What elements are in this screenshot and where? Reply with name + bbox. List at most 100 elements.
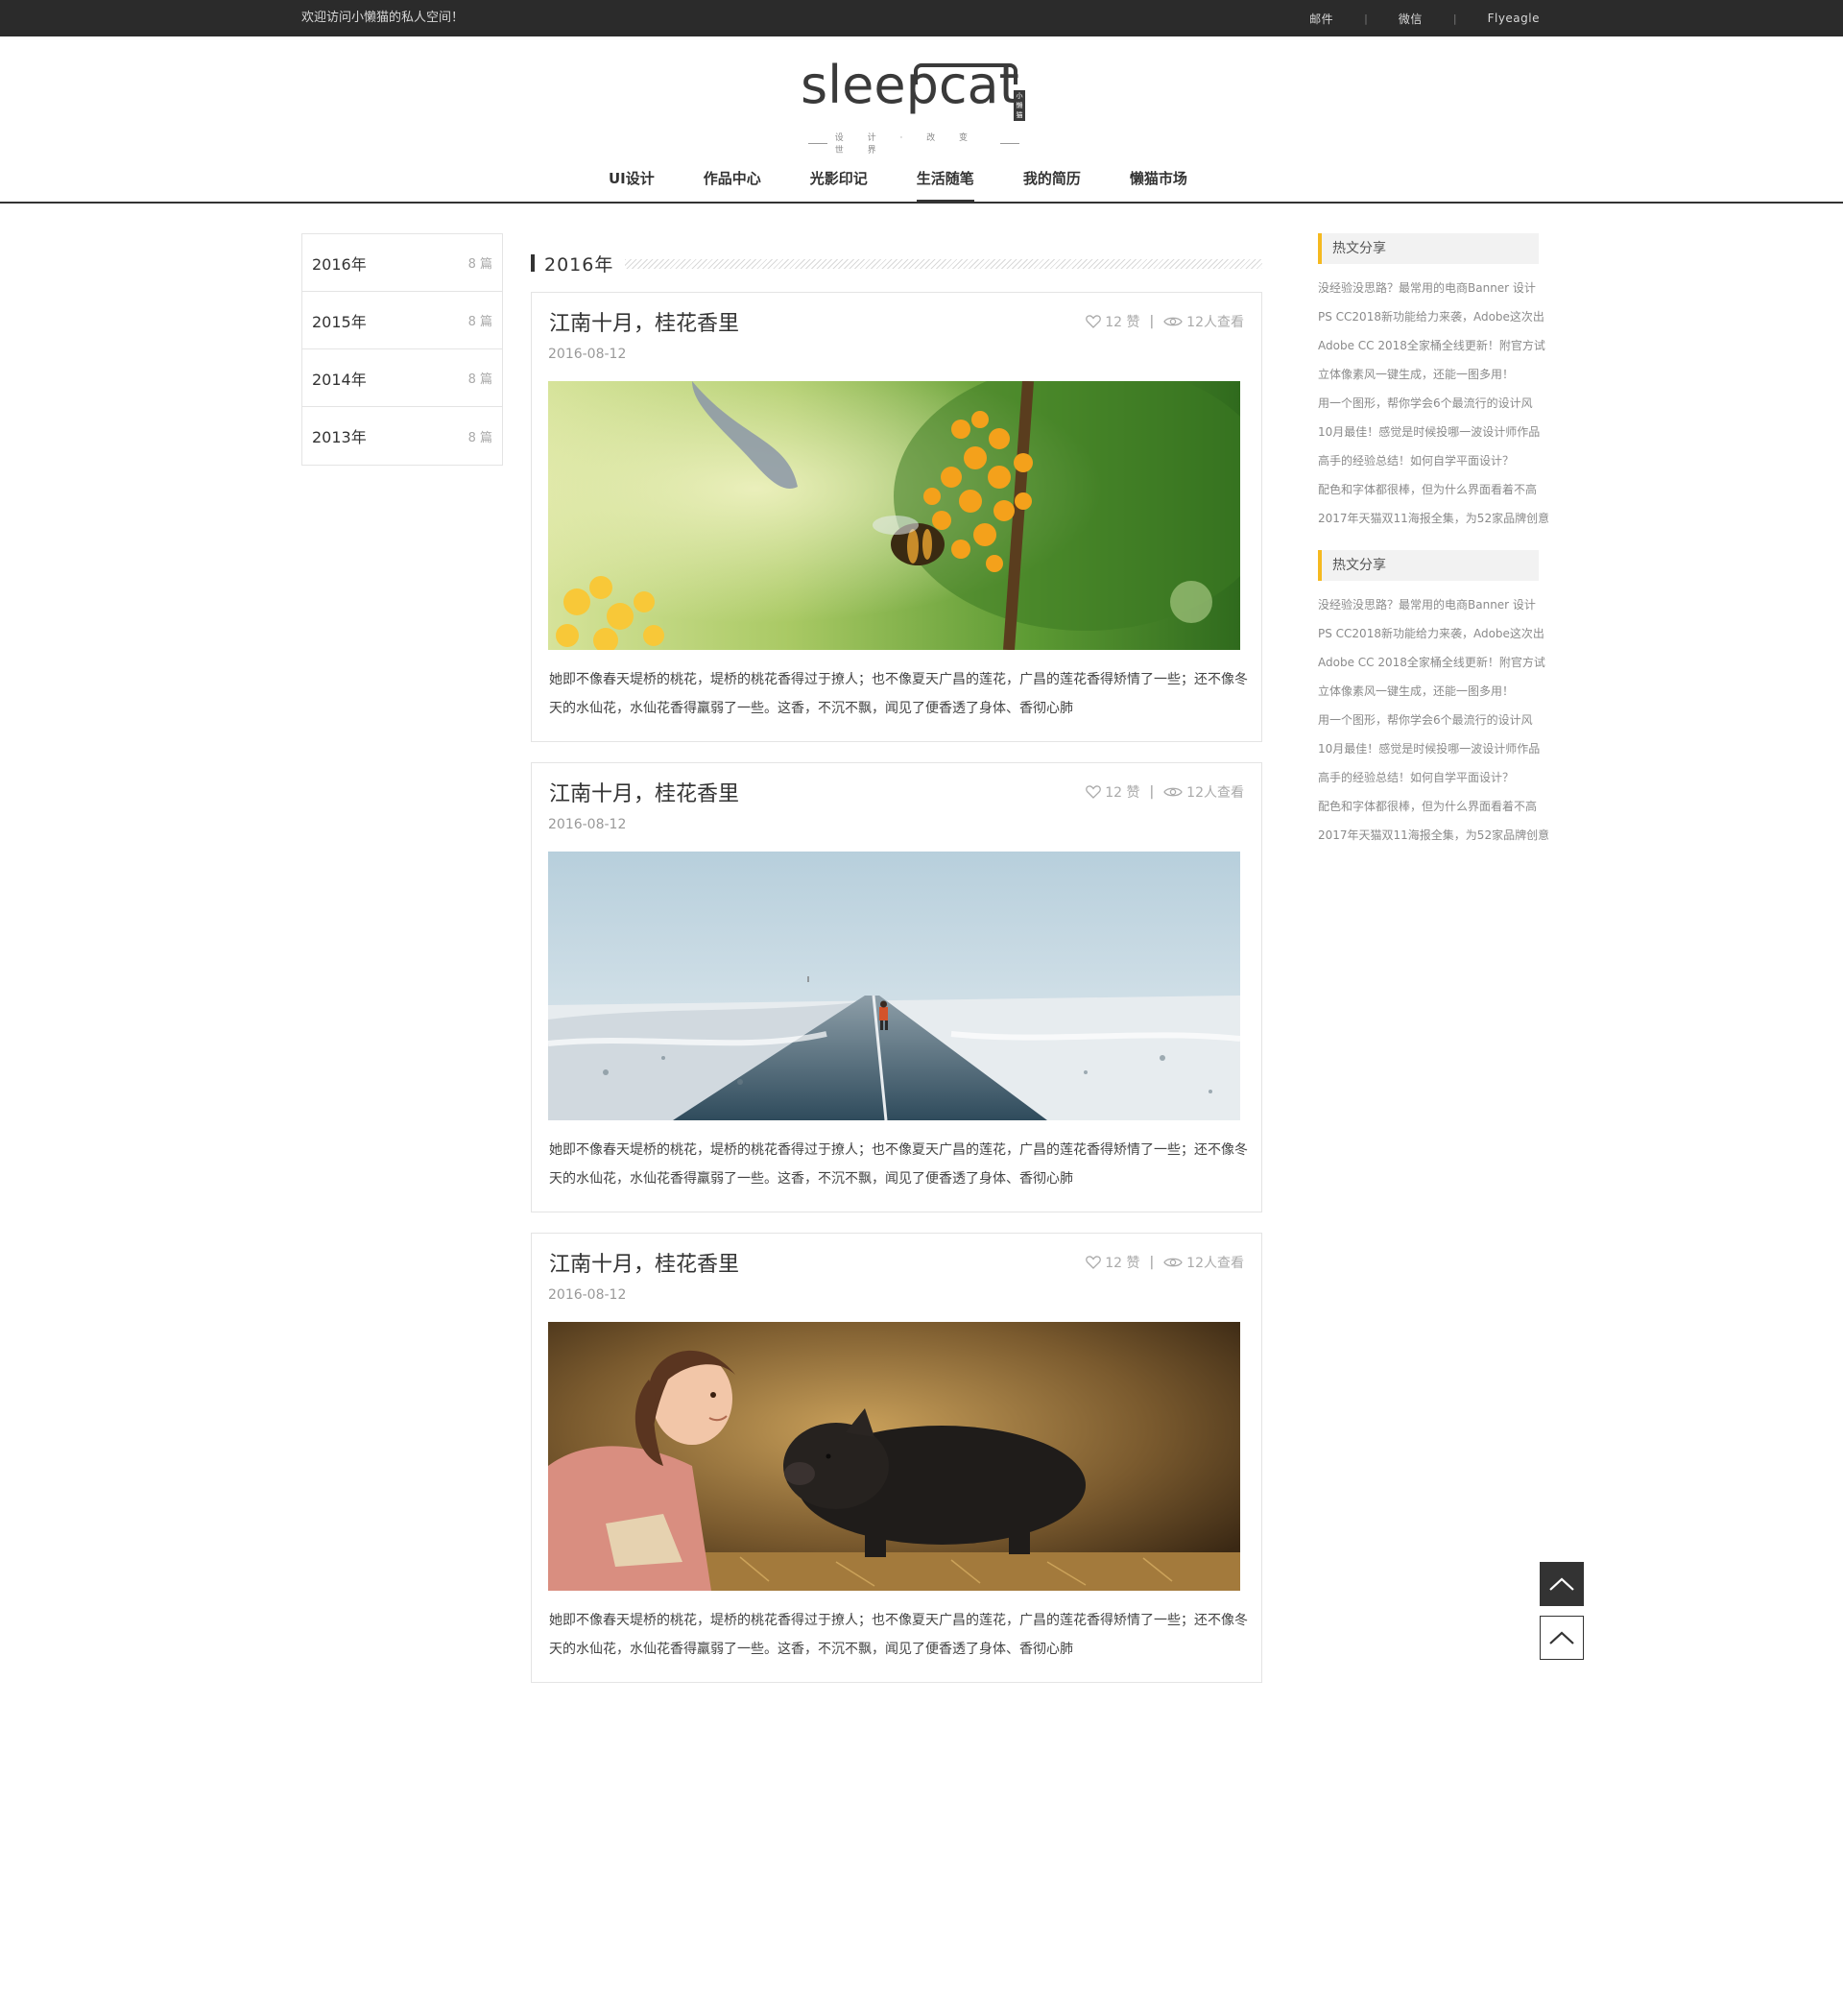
top-links: 邮件 | 微信 | Flyeagle — [1309, 0, 1540, 36]
bee-on-osmanthus-photo[interactable] — [548, 381, 1240, 650]
meta-separator: | — [1149, 314, 1155, 329]
section-header: 2016年 — [531, 252, 1262, 276]
chevron-up-icon — [1549, 1577, 1574, 1591]
hot-share-link[interactable]: 高手的经验总结！如何自学平面设计？ — [1318, 446, 1548, 475]
eye-icon — [1163, 317, 1183, 326]
post-meta: 12 赞 | 12人查看 — [1086, 782, 1244, 802]
top-link-wechat[interactable]: 微信 — [1399, 11, 1423, 27]
archive-count: 8 篇 — [467, 430, 492, 445]
archive-year: 2015年 — [312, 312, 367, 331]
archive-count: 8 篇 — [467, 372, 492, 387]
chevron-up-icon — [1549, 1631, 1574, 1644]
hot-share-block: 热文分享 没经验没思路？最常用的电商Banner 设计 PS CC2018新功能… — [1318, 550, 1548, 850]
hot-share-link[interactable]: 10月最佳！感觉是时候投哪一波设计师作品 — [1318, 418, 1548, 446]
hot-share-title: 热文分享 — [1318, 233, 1539, 264]
post-card[interactable]: 江南十月，桂花香里 12 赞 | 12人查看 2016-08-12 她即不像春天… — [531, 1233, 1262, 1683]
hot-share-link[interactable]: PS CC2018新功能给力来袭，Adobe这次出 — [1318, 302, 1548, 331]
eye-icon — [1163, 1258, 1183, 1267]
post-date: 2016-08-12 — [548, 1287, 627, 1303]
nav-item-resume[interactable]: 我的简历 — [1023, 154, 1081, 202]
sidebar: 热文分享 没经验没思路？最常用的电商Banner 设计 PS CC2018新功能… — [1318, 233, 1548, 867]
archive-row[interactable]: 2016年 8 篇 — [302, 234, 502, 292]
heart-icon[interactable] — [1086, 315, 1102, 328]
post-title[interactable]: 江南十月，桂花香里 — [549, 777, 739, 807]
like-count: 12 赞 — [1105, 315, 1140, 330]
post-excerpt: 她即不像春天堤桥的桃花，堤桥的桃花香得过于撩人；也不像夏天广昌的莲花，广昌的莲花… — [549, 1613, 1248, 1657]
welcome-text: 欢迎访问小懒猫的私人空间！ — [301, 11, 465, 25]
nav-item-market[interactable]: 懒猫市场 — [1130, 154, 1187, 202]
hot-share-link[interactable]: PS CC2018新功能给力来袭，Adobe这次出 — [1318, 619, 1548, 648]
hot-share-link[interactable]: 2017年天猫双11海报全集，为52家品牌创意 — [1318, 821, 1548, 850]
top-bar: 欢迎访问小懒猫的私人空间！ 邮件 | 微信 | Flyeagle — [0, 0, 1843, 36]
hot-share-link[interactable]: Adobe CC 2018全家桶全线更新！附官方试 — [1318, 648, 1548, 677]
archive-year: 2016年 — [312, 254, 367, 274]
eye-icon — [1163, 787, 1183, 797]
view-count: 12人查看 — [1186, 1256, 1244, 1271]
post-card[interactable]: 江南十月，桂花香里 12 赞 | 12人查看 2016-08-12 她即不像春天… — [531, 762, 1262, 1212]
logo-badge: 小懒猫 — [1014, 90, 1025, 121]
post-title[interactable]: 江南十月，桂花香里 — [549, 1247, 739, 1278]
post-card[interactable]: 江南十月，桂花香里 12 赞 | 12人查看 2016-08-12 她即不像春天… — [531, 292, 1262, 742]
year-archive: 2016年 8 篇 2015年 8 篇 2014年 8 篇 2013年 8 篇 — [301, 233, 503, 466]
post-meta: 12 赞 | 12人查看 — [1086, 1253, 1244, 1272]
slogan-line-right — [1000, 142, 1019, 144]
hot-share-list: 没经验没思路？最常用的电商Banner 设计 PS CC2018新功能给力来袭，… — [1318, 590, 1548, 850]
hot-share-link[interactable]: 立体像素风一键生成，还能一图多用！ — [1318, 360, 1548, 389]
logo-word: sleepcat — [801, 55, 1019, 115]
hot-share-link[interactable]: Adobe CC 2018全家桶全线更新！附官方试 — [1318, 331, 1548, 360]
section-title: 2016年 — [544, 253, 614, 276]
hot-share-link[interactable]: 没经验没思路？最常用的电商Banner 设计 — [1318, 274, 1548, 302]
hot-share-link[interactable]: 10月最佳！感觉是时候投哪一波设计师作品 — [1318, 734, 1548, 763]
hot-share-link[interactable]: 没经验没思路？最常用的电商Banner 设计 — [1318, 590, 1548, 619]
top-link-mail[interactable]: 邮件 — [1309, 11, 1333, 27]
top-link-separator: | — [1452, 12, 1457, 25]
view-count: 12人查看 — [1186, 315, 1244, 330]
view-count: 12人查看 — [1186, 785, 1244, 801]
hot-share-link[interactable]: 用一个图形，帮你学会6个最流行的设计风 — [1318, 389, 1548, 418]
nav-item-works[interactable]: 作品中心 — [704, 154, 761, 202]
hot-share-link[interactable]: 配色和字体都很棒，但为什么界面看着不高 — [1318, 475, 1548, 504]
archive-count: 8 篇 — [467, 257, 492, 272]
hot-share-title: 热文分享 — [1318, 550, 1539, 581]
section-stripe-decoration — [625, 259, 1262, 269]
slogan-text: 设 计 · 改 变 世 界 — [834, 133, 979, 156]
post-excerpt: 她即不像春天堤桥的桃花，堤桥的桃花香得过于撩人；也不像夏天广昌的莲花，广昌的莲花… — [549, 672, 1248, 716]
like-count: 12 赞 — [1105, 785, 1140, 801]
post-excerpt: 她即不像春天堤桥的桃花，堤桥的桃花香得过于撩人；也不像夏天广昌的莲花，广昌的莲花… — [549, 1142, 1248, 1187]
back-to-top-button[interactable] — [1540, 1616, 1584, 1660]
top-link-flyeagle[interactable]: Flyeagle — [1488, 12, 1540, 25]
nav-item-ui-design[interactable]: UI设计 — [609, 154, 655, 202]
post-column: 2016年 江南十月，桂花香里 12 赞 | 12人查看 2016-08-12 — [531, 252, 1262, 1683]
post-date: 2016-08-12 — [548, 817, 627, 832]
site-logo[interactable]: sleepcat 小懒猫 设 计 · 改 变 世 界 — [801, 55, 1027, 156]
heart-icon[interactable] — [1086, 785, 1102, 799]
hot-share-block: 热文分享 没经验没思路？最常用的电商Banner 设计 PS CC2018新功能… — [1318, 233, 1548, 533]
back-to-top-button-dark[interactable] — [1540, 1562, 1584, 1606]
nav-item-life-notes[interactable]: 生活随笔 — [916, 154, 974, 203]
snowy-road-photo[interactable] — [548, 852, 1240, 1120]
post-meta: 12 赞 | 12人查看 — [1086, 312, 1244, 331]
hot-share-link[interactable]: 配色和字体都很棒，但为什么界面看着不高 — [1318, 792, 1548, 821]
archive-row[interactable]: 2015年 8 篇 — [302, 292, 502, 349]
post-title[interactable]: 江南十月，桂花香里 — [549, 306, 739, 337]
main-nav: UI设计 作品中心 光影印记 生活随笔 我的简历 懒猫市场 — [0, 154, 1843, 204]
hot-share-link[interactable]: 立体像素风一键生成，还能一图多用！ — [1318, 677, 1548, 706]
top-link-separator: | — [1364, 12, 1368, 25]
archive-year: 2014年 — [312, 370, 367, 389]
hot-share-link[interactable]: 用一个图形，帮你学会6个最流行的设计风 — [1318, 706, 1548, 734]
archive-row[interactable]: 2013年 8 篇 — [302, 407, 502, 465]
heart-icon[interactable] — [1086, 1256, 1102, 1269]
hot-share-link[interactable]: 高手的经验总结！如何自学平面设计？ — [1318, 763, 1548, 792]
slogan-line-left — [808, 142, 827, 144]
post-date: 2016-08-12 — [548, 347, 627, 362]
archive-year: 2013年 — [312, 428, 367, 446]
archive-row[interactable]: 2014年 8 篇 — [302, 349, 502, 407]
archive-count: 8 篇 — [467, 315, 492, 329]
nav-item-photography[interactable]: 光影印记 — [810, 154, 868, 202]
hot-share-link[interactable]: 2017年天猫双11海报全集，为52家品牌创意 — [1318, 504, 1548, 533]
section-marker — [531, 254, 535, 272]
like-count: 12 赞 — [1105, 1256, 1140, 1271]
meta-separator: | — [1149, 1255, 1155, 1270]
logo-slogan: 设 计 · 改 变 世 界 — [801, 131, 1027, 156]
girl-and-pig-photo[interactable] — [548, 1322, 1240, 1591]
